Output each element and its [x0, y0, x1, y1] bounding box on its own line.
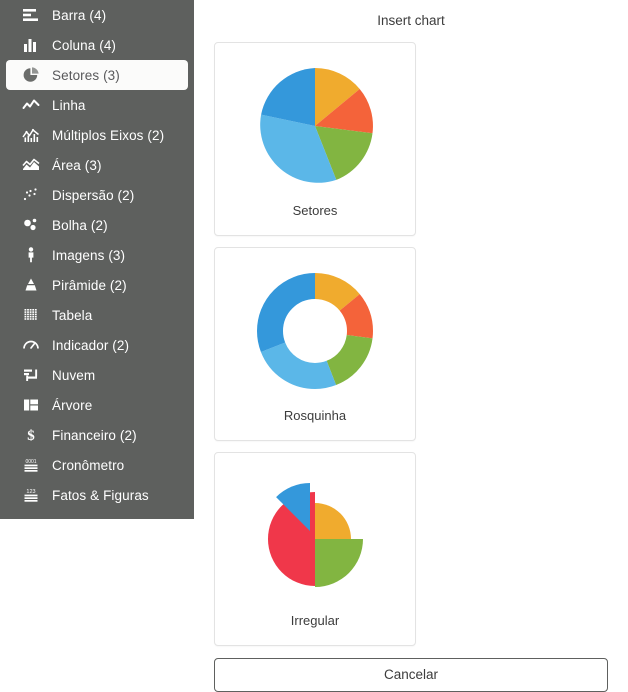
- sidebar-item-pir-mide[interactable]: Pirâmide (2): [6, 270, 188, 300]
- irregular-slice-green: [315, 539, 363, 587]
- cancel-button[interactable]: Cancelar: [214, 658, 608, 692]
- insert-chart-dialog: Barra (4) Coluna (4) Setores (3) Linha Múlti…: [0, 0, 628, 692]
- sidebar-item-tabela[interactable]: Tabela: [6, 300, 188, 330]
- facts-123-icon: 123: [20, 484, 42, 506]
- counter-0001-icon: 0001: [20, 454, 42, 476]
- sidebar-item-label: Cronômetro: [52, 457, 125, 473]
- line-icon: [20, 94, 42, 116]
- svg-text:123: 123: [26, 489, 35, 495]
- sidebar-item-cron-metro[interactable]: 0001 Cronômetro: [6, 450, 188, 480]
- bar-horizontal-icon: [20, 4, 42, 26]
- sidebar-item-coluna[interactable]: Coluna (4): [6, 30, 188, 60]
- sidebar-item-setores[interactable]: Setores (3): [6, 60, 188, 90]
- pie-chart-thumbnail: [240, 51, 390, 201]
- sidebar-item-label: Pirâmide (2): [52, 277, 127, 293]
- chart-category-sidebar: Barra (4) Coluna (4) Setores (3) Linha Múlti…: [0, 0, 194, 519]
- sidebar-item-label: Fatos & Figuras: [52, 487, 149, 503]
- dialog-actions: Cancelar: [206, 658, 616, 692]
- sidebar-item-imagens[interactable]: Imagens (3): [6, 240, 188, 270]
- area-icon: [20, 154, 42, 176]
- page-title: Insert chart: [377, 13, 445, 28]
- sidebar-item-dispers-o[interactable]: Dispersão (2): [6, 180, 188, 210]
- sidebar-item-label: Setores (3): [52, 67, 120, 83]
- sidebar-item-label: Financeiro (2): [52, 427, 137, 443]
- flow-cloud-icon: [20, 364, 42, 386]
- sidebar-item-financeiro[interactable]: $ Financeiro (2): [6, 420, 188, 450]
- sidebar-item-m-ltiplos-eixos[interactable]: Múltiplos Eixos (2): [6, 120, 188, 150]
- sidebar-item-nuvem[interactable]: Nuvem: [6, 360, 188, 390]
- sidebar-item--rea[interactable]: Área (3): [6, 150, 188, 180]
- multi-axis-icon: [20, 124, 42, 146]
- dollar-icon: $: [20, 424, 42, 446]
- scatter-icon: [20, 184, 42, 206]
- chart-gallery-panel: Insert chart Setores Rosquinha Irregular…: [194, 0, 628, 692]
- sidebar-item-label: Árvore: [52, 397, 93, 413]
- chart-card-grid: Setores Rosquinha Irregular: [206, 42, 616, 646]
- irregular-chart-thumbnail: [240, 461, 390, 611]
- chart-card-caption: Setores: [292, 203, 338, 218]
- chart-card-caption: Irregular: [290, 613, 340, 628]
- svg-text:0001: 0001: [25, 459, 36, 465]
- bar-vertical-icon: [20, 34, 42, 56]
- pyramid-icon: [20, 274, 42, 296]
- irregular-slice-amber: [315, 503, 351, 539]
- treemap-icon: [20, 394, 42, 416]
- sidebar-item-fatos-figuras[interactable]: 123 Fatos & Figuras: [6, 480, 188, 510]
- doughnut-chart-thumbnail: [240, 256, 390, 406]
- irregular-chart-svg: [267, 483, 363, 587]
- sidebar-item-label: Coluna (4): [52, 37, 117, 53]
- doughnut-chart-svg: [257, 273, 373, 389]
- sidebar-item-label: Nuvem: [52, 367, 96, 383]
- sidebar-item-label: Linha: [52, 97, 86, 113]
- sidebar-item-label: Bolha (2): [52, 217, 108, 233]
- sidebar-item-label: Área (3): [52, 157, 102, 173]
- sidebar-item-indicador[interactable]: Indicador (2): [6, 330, 188, 360]
- sidebar-item-label: Imagens (3): [52, 247, 126, 263]
- pictogram-icon: [20, 244, 42, 266]
- chart-card-rosquinha[interactable]: Rosquinha: [214, 247, 416, 441]
- svg-text:$: $: [27, 428, 35, 444]
- bubble-icon: [20, 214, 42, 236]
- sidebar-item-label: Dispersão (2): [52, 187, 135, 203]
- pie-icon: [20, 64, 42, 86]
- sidebar-item-bolha[interactable]: Bolha (2): [6, 210, 188, 240]
- sidebar-item-linha[interactable]: Linha: [6, 90, 188, 120]
- pie-chart-svg: [260, 67, 373, 183]
- chart-card-irregular[interactable]: Irregular: [214, 452, 416, 646]
- sidebar-item-label: Barra (4): [52, 7, 107, 23]
- sidebar-item-label: Múltiplos Eixos (2): [52, 127, 165, 143]
- chart-card-setores[interactable]: Setores: [214, 42, 416, 236]
- sidebar-item--rvore[interactable]: Árvore: [6, 390, 188, 420]
- sidebar-item-barra[interactable]: Barra (4): [6, 0, 188, 30]
- chart-card-caption: Rosquinha: [283, 408, 347, 423]
- table-grid-icon: [20, 304, 42, 326]
- sidebar-item-label: Tabela: [52, 307, 93, 323]
- gauge-icon: [20, 334, 42, 356]
- sidebar-item-label: Indicador (2): [52, 337, 130, 353]
